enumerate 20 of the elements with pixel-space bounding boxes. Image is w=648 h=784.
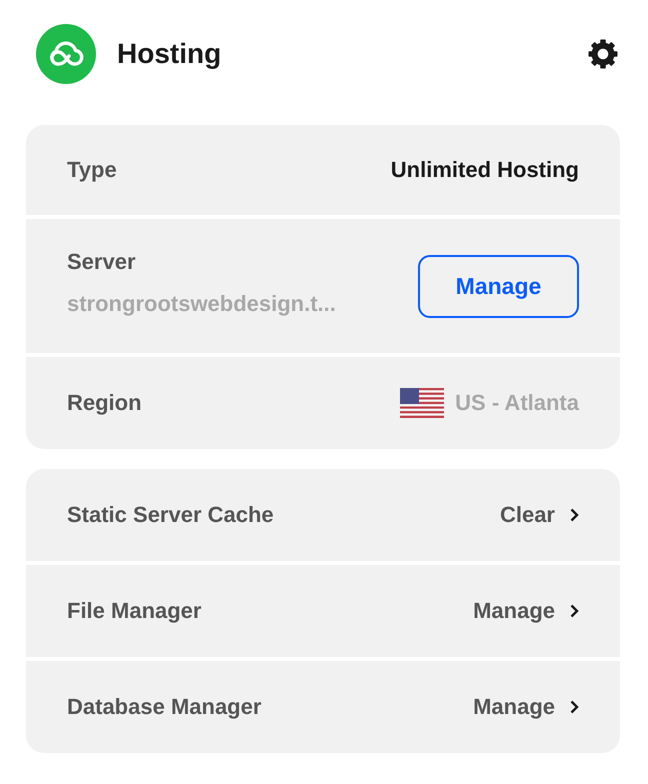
region-value: US - Atlanta	[455, 390, 579, 416]
tool-label: Static Server Cache	[67, 502, 274, 528]
field-value: Unlimited Hosting	[390, 157, 579, 183]
manage-button[interactable]: Manage	[418, 254, 579, 318]
action-link[interactable]: Manage	[473, 694, 579, 720]
tool-label: File Manager	[67, 598, 202, 624]
chevron-right-icon	[570, 604, 579, 618]
settings-icon[interactable]	[588, 39, 618, 69]
field-label: Type	[67, 157, 117, 183]
chevron-right-icon	[570, 508, 579, 522]
field-label: Server	[67, 249, 136, 275]
us-flag-icon	[400, 388, 444, 418]
page-title: Hosting	[117, 38, 222, 70]
tool-label: Database Manager	[67, 694, 262, 720]
field-label: Region	[67, 390, 142, 416]
server-hostname: strongrootswebdesign.t...	[67, 291, 336, 317]
chevron-right-icon	[570, 700, 579, 714]
action-link[interactable]: Clear	[500, 502, 579, 528]
cloud-logo-icon	[36, 24, 96, 84]
action-link[interactable]: Manage	[473, 598, 579, 624]
